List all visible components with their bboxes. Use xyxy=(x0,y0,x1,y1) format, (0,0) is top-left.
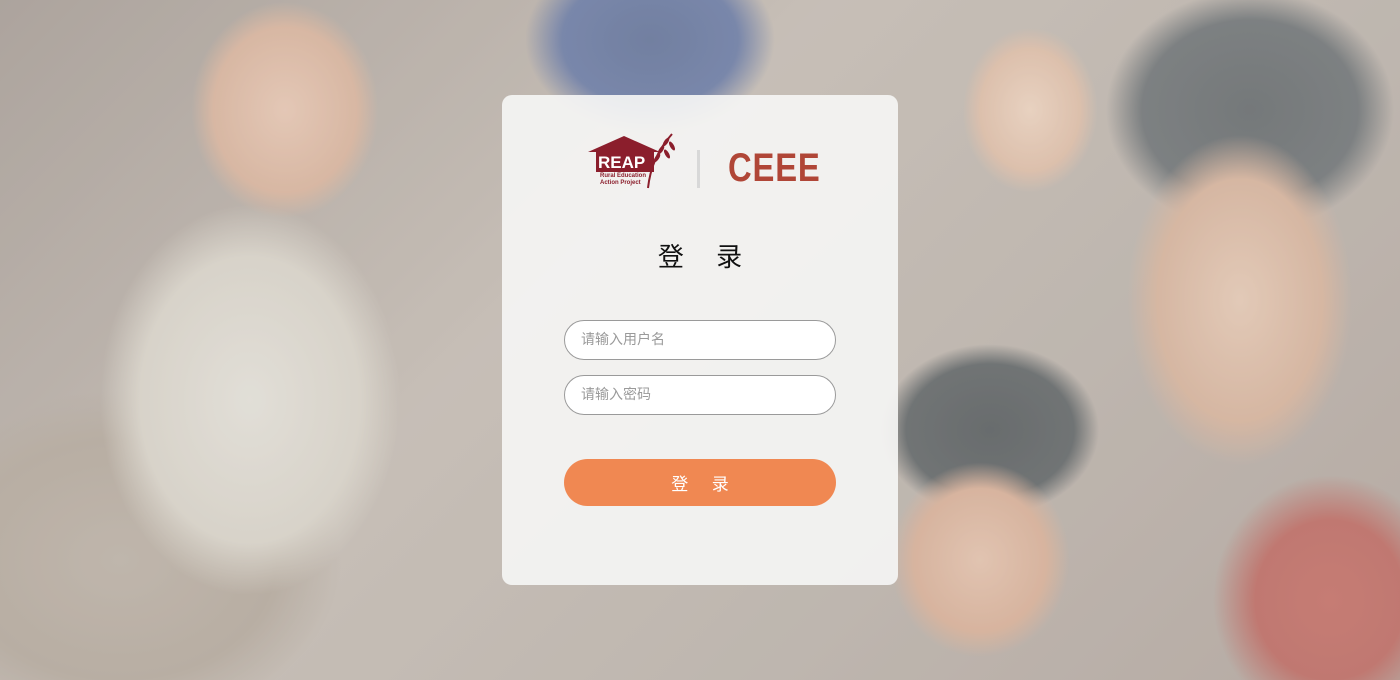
login-card: REAP Rural Education Action Project CEEE… xyxy=(502,95,898,585)
reap-logo-tagline-line1: Rural Education xyxy=(600,173,646,179)
password-input[interactable] xyxy=(564,375,836,415)
logo-row: REAP Rural Education Action Project CEEE xyxy=(502,130,898,192)
reap-logo-tagline-line2: Action Project xyxy=(600,180,641,186)
reap-logo: REAP Rural Education Action Project xyxy=(588,133,676,189)
logo-divider xyxy=(697,150,700,188)
reap-logo-wordmark: REAP xyxy=(598,153,645,172)
username-input[interactable] xyxy=(564,320,836,360)
login-page: REAP Rural Education Action Project CEEE… xyxy=(0,0,1400,680)
ceee-logo: CEEE xyxy=(728,146,821,190)
login-title: 登 录 xyxy=(657,243,755,273)
login-button[interactable]: 登 录 xyxy=(564,459,836,506)
